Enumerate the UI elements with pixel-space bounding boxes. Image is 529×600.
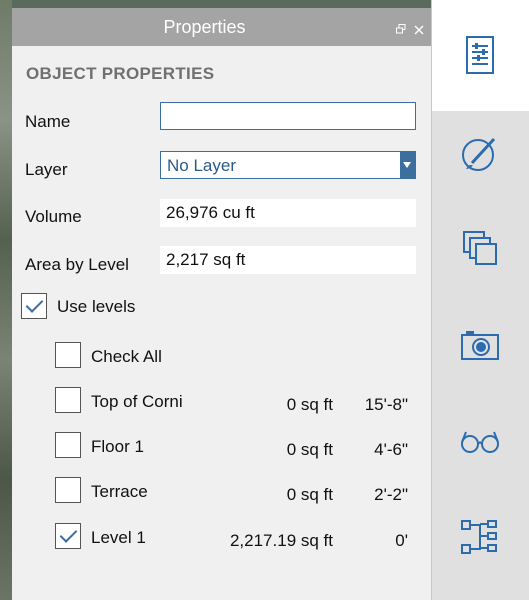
level-checkbox-floor-1[interactable] (55, 432, 81, 458)
section-title: OBJECT PROPERTIES (26, 64, 215, 83)
level-area: 2,217.19 sq ft (229, 531, 333, 550)
properties-icon[interactable] (458, 33, 502, 77)
name-label: Name (25, 112, 71, 131)
check-all-label: Check All (91, 347, 162, 366)
glasses-icon[interactable] (458, 418, 502, 462)
pages-icon[interactable] (458, 226, 502, 270)
level-checkbox-terrace[interactable] (55, 477, 81, 503)
chevron-down-icon[interactable] (400, 152, 415, 178)
undock-icon[interactable] (396, 21, 406, 39)
use-levels-label: Use levels (57, 297, 136, 316)
layer-label: Layer (25, 160, 68, 179)
level-area: 0 sq ft (286, 485, 333, 504)
level-name: Floor 1 (91, 437, 144, 456)
hierarchy-icon[interactable] (458, 515, 502, 559)
level-name: Terrace (91, 482, 148, 501)
use-levels-checkbox[interactable] (21, 293, 47, 319)
level-area: 0 sq ft (286, 395, 333, 414)
panel-title: Properties (163, 17, 246, 37)
panel-titlebar: Properties (12, 8, 431, 46)
area-label: Area by Level (25, 255, 129, 274)
level-checkbox-top-of-corni[interactable] (55, 387, 81, 413)
layer-select[interactable]: No Layer (160, 151, 416, 179)
properties-panel: Properties OBJECT PROPERTIES Name Layer … (12, 8, 431, 600)
volume-label: Volume (25, 207, 82, 226)
volume-value: 26,976 cu ft (160, 199, 416, 227)
brush-icon[interactable] (458, 131, 502, 175)
camera-icon[interactable] (458, 323, 502, 367)
level-name: Top of Corni (91, 392, 183, 411)
close-icon[interactable] (414, 22, 424, 40)
area-value: 2,217 sq ft (160, 246, 416, 274)
layer-select-value: No Layer (167, 156, 236, 175)
level-area: 0 sq ft (286, 440, 333, 459)
level-height: 2'-2" (374, 485, 408, 504)
level-name: Level 1 (91, 528, 146, 547)
background-scene (0, 0, 12, 600)
tool-sidebar (431, 0, 529, 600)
level-height: 15'-8" (364, 395, 408, 414)
level-height: 0' (395, 531, 408, 550)
level-checkbox-level-1[interactable] (55, 523, 81, 549)
check-all-checkbox[interactable] (55, 342, 81, 368)
name-input[interactable] (160, 102, 416, 130)
level-height: 4'-6" (374, 440, 408, 459)
